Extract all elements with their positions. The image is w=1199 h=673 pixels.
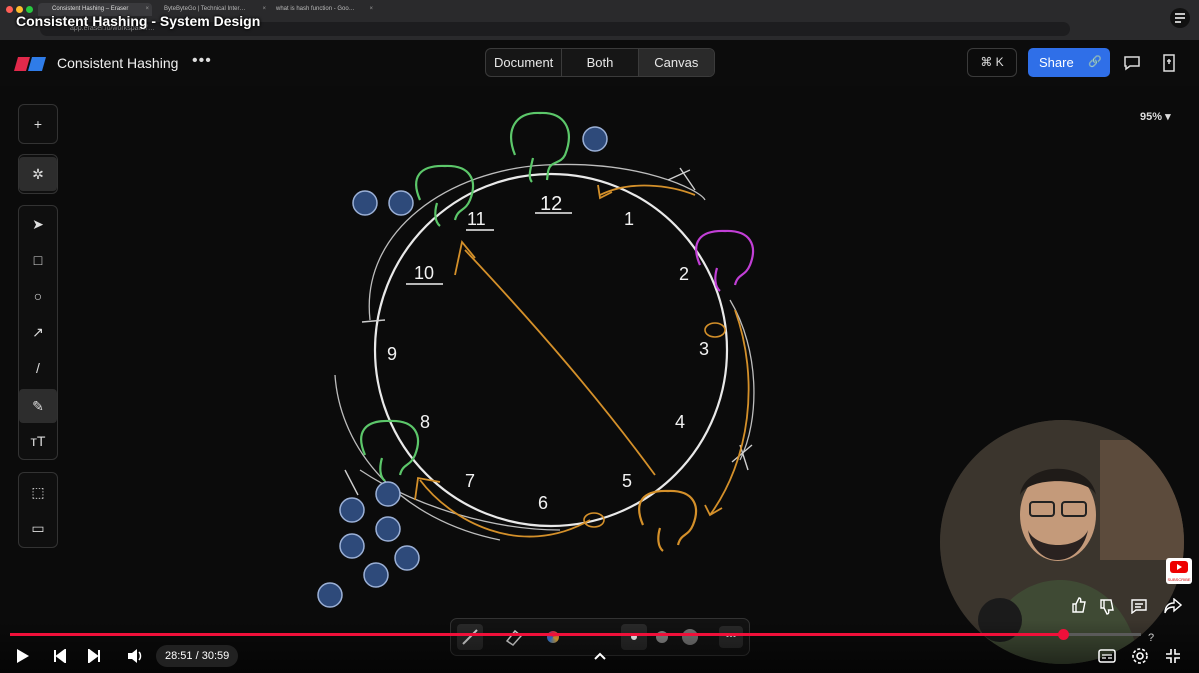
ring-number-8: 8 — [420, 412, 430, 432]
key-dot[interactable] — [317, 582, 343, 608]
tab-canvas[interactable]: Canvas — [638, 49, 714, 76]
progress-fill — [10, 633, 1063, 636]
orange-diagonal-arrow — [464, 249, 656, 476]
progress-bar[interactable] — [10, 633, 1141, 636]
tick-marks — [344, 167, 753, 496]
orange-elephant-icon — [638, 489, 698, 552]
ring-number-5: 5 — [622, 471, 632, 491]
ring-number-7: 7 — [465, 471, 475, 491]
browser-tab-3[interactable]: what is hash function - Goo… × — [262, 3, 376, 16]
settings-gear-icon[interactable] — [1131, 647, 1149, 670]
captions-icon[interactable] — [1098, 648, 1116, 669]
link-icon: 🔗 — [1088, 56, 1102, 68]
export-icon[interactable] — [1160, 53, 1178, 78]
outer-sketch-arc-1 — [368, 163, 706, 321]
outer-sketch-arc-3 — [729, 299, 755, 461]
green-elephant-icon-bottom — [360, 419, 420, 482]
ring-number-1: 1 — [624, 209, 634, 229]
ring-number-11: 11 — [467, 209, 486, 229]
key-dot[interactable] — [352, 190, 378, 216]
comment-icon[interactable] — [1123, 54, 1141, 77]
key-dot[interactable] — [582, 126, 608, 152]
next-icon[interactable] — [87, 648, 101, 668]
ring-number-3: 3 — [699, 339, 709, 359]
exit-fullscreen-icon[interactable] — [1165, 648, 1181, 669]
ring-number-10: 10 — [414, 263, 434, 283]
key-dot[interactable] — [388, 190, 414, 216]
share-video-icon[interactable] — [1164, 597, 1183, 619]
ring-number-4: 4 — [675, 412, 685, 432]
key-dot[interactable] — [339, 497, 365, 523]
share-button[interactable]: Share 🔗 — [1028, 48, 1110, 77]
time-display: 28:51 / 30:59 — [156, 645, 239, 667]
help-icon[interactable]: ? — [1148, 632, 1154, 644]
play-icon[interactable] — [14, 648, 30, 669]
eraser-logo[interactable] — [14, 57, 46, 76]
key-dot[interactable] — [375, 481, 401, 507]
orange-bottom-arrow — [419, 479, 591, 538]
document-title[interactable]: Consistent Hashing — [57, 55, 178, 71]
chevron-up-icon[interactable] — [593, 649, 607, 667]
video-title[interactable]: Consistent Hashing - System Design — [16, 13, 260, 29]
orange-knot-1 — [704, 322, 726, 338]
queue-icon[interactable] — [1170, 8, 1190, 28]
scrubber-handle[interactable] — [1057, 629, 1069, 640]
tab-both[interactable]: Both — [562, 49, 639, 76]
view-switcher: Document Both Canvas — [485, 48, 715, 77]
ring-number-9: 9 — [387, 344, 397, 364]
ring-number-6: 6 — [538, 493, 548, 513]
command-palette-button[interactable]: ⌘ K — [967, 48, 1017, 77]
more-options-button[interactable]: ••• — [192, 52, 212, 70]
orange-top-arrow — [599, 184, 696, 196]
key-dot[interactable] — [363, 562, 389, 588]
key-dot[interactable] — [394, 545, 420, 571]
ring-number-12: 12 — [540, 193, 562, 215]
magenta-elephant-icon — [695, 229, 755, 292]
hash-ring — [373, 172, 729, 528]
previous-icon[interactable] — [53, 648, 67, 668]
tab-document[interactable]: Document — [486, 49, 563, 76]
dislike-icon[interactable] — [1099, 599, 1115, 620]
like-icon[interactable] — [1071, 597, 1087, 618]
key-dot[interactable] — [375, 516, 401, 542]
comments-icon[interactable] — [1131, 598, 1147, 619]
green-elephant-icon-top — [510, 111, 570, 183]
volume-icon[interactable] — [126, 647, 144, 670]
key-dot[interactable] — [339, 533, 365, 559]
subscribe-badge[interactable]: SUBSCRIBE — [1166, 558, 1192, 584]
ring-number-2: 2 — [679, 264, 689, 284]
